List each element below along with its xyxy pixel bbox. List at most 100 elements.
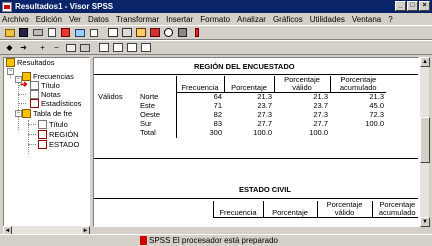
goto-case-icon[interactable] (120, 27, 133, 39)
status-bar: SPSS El procesador está preparado (0, 234, 432, 246)
export-icon[interactable] (59, 27, 72, 39)
toolbar-separator (101, 27, 105, 39)
menu-ver[interactable]: Ver (69, 15, 81, 24)
promote-icon[interactable]: ◆ (3, 42, 16, 54)
chart-icon[interactable] (148, 27, 161, 39)
close-button[interactable]: × (419, 1, 430, 11)
tree-label-estadisticos: Estadísticos (41, 99, 82, 108)
group-label: Válidos (98, 92, 123, 101)
menu-formato[interactable]: Formato (200, 15, 230, 24)
tree-label-estado: ESTADO (49, 140, 80, 149)
collapse-icon[interactable]: − (50, 42, 63, 54)
menu-graficos[interactable]: Gráficos (273, 15, 303, 24)
menu-edicion[interactable]: Edición (36, 15, 62, 24)
menu-utilidades[interactable]: Utilidades (310, 15, 345, 24)
tree-item-notas[interactable]: Notas (30, 90, 61, 99)
book-icon-2 (22, 109, 31, 118)
cell-cum: 100.0 (365, 119, 384, 128)
tree-item-region[interactable]: REGIÓN (38, 130, 79, 139)
table-row: Total 300 100.0 100.0 (96, 128, 386, 138)
cell-freq: 300 (175, 128, 224, 138)
hide-icon[interactable] (78, 42, 91, 54)
menu-analizar[interactable]: Analizar (237, 15, 266, 24)
output-book-icon (6, 58, 15, 67)
tree-item-titulo[interactable]: Título (30, 81, 60, 90)
tree-item-titulo-2[interactable]: Título (38, 120, 68, 129)
outline-toolbar: ◆ ➜ + − (0, 40, 432, 55)
table2-header-porcentaje: Porcentaje (262, 201, 317, 218)
toolbar-separator-2 (31, 42, 35, 54)
output-content-pane: REGIÓN DEL ENCUESTADO Frecuencia Porcent… (93, 57, 419, 227)
maximize-button[interactable]: □ (407, 1, 418, 11)
table-icon-3 (38, 140, 47, 149)
tree-item-resultados[interactable]: Resultados (6, 58, 55, 67)
notes-icon (30, 90, 39, 99)
insert-chart-icon[interactable] (139, 42, 152, 54)
recall-dialog-icon[interactable] (73, 27, 86, 39)
table2-header-porcentaje-acumulado: Porcentaje acumulado (371, 201, 418, 218)
tree-item-tabla[interactable]: Tabla de fre (22, 109, 72, 118)
demote-icon[interactable]: ➜ (17, 42, 30, 54)
row-label: Total (140, 128, 156, 137)
title-bar: Resultados1 - Visor SPSS _ □ × (0, 0, 432, 13)
estado-civil-table[interactable]: Frecuencia Porcentaje Porcentaje válido … (96, 201, 418, 218)
save-icon[interactable] (17, 27, 30, 39)
collapse-root-toggle[interactable]: − (7, 68, 14, 75)
table1-header-porcentaje-valido: Porcentaje válido (273, 76, 330, 93)
scroll-up-button[interactable]: ▲ (420, 57, 430, 67)
menu-bar: Archivo Edición Ver Datos Transformar In… (0, 13, 432, 25)
menu-insertar[interactable]: Insertar (166, 15, 193, 24)
open-icon[interactable] (3, 27, 16, 39)
variables-icon[interactable] (134, 27, 147, 39)
status-text: SPSS El procesador está preparado (149, 236, 278, 245)
goto-data-icon[interactable] (106, 27, 119, 39)
window-title: Resultados1 - Visor SPSS (15, 2, 114, 11)
menu-transformar[interactable]: Transformar (116, 15, 159, 24)
tree-label-resultados: Resultados (17, 58, 55, 67)
selection-arrow-icon: ➜ (20, 79, 28, 89)
cell-cum (330, 129, 386, 138)
tree-item-estado[interactable]: ESTADO (38, 140, 79, 149)
cell-pct: 100.0 (253, 128, 272, 137)
menu-datos[interactable]: Datos (88, 15, 109, 24)
scroll-thumb[interactable] (420, 117, 430, 163)
select-cases-icon[interactable] (176, 27, 189, 39)
print-preview-icon[interactable] (45, 27, 58, 39)
tree-item-estadisticos[interactable]: Estadísticos (30, 99, 81, 108)
cell-valid: 100.0 (309, 128, 328, 137)
table2-title: ESTADO CIVIL (239, 185, 291, 194)
help-icon[interactable] (190, 27, 203, 39)
vertical-scrollbar[interactable]: ▲ ▼ (419, 57, 430, 227)
menu-help[interactable]: ? (388, 15, 392, 24)
outline-pane: − − − Resultados Frecuencias ➜ Título No… (3, 57, 90, 227)
tree-label-notas: Notas (41, 90, 61, 99)
insert-text-icon[interactable] (125, 42, 138, 54)
title-icon (30, 81, 39, 90)
tree-label-titulo: Título (41, 81, 60, 90)
toolbar-separator-3 (92, 42, 96, 54)
menu-archivo[interactable]: Archivo (2, 15, 29, 24)
designate-window-icon[interactable] (162, 27, 175, 39)
app-icon (2, 1, 12, 12)
insert-heading-icon[interactable] (97, 42, 110, 54)
menu-ventana[interactable]: Ventana (352, 15, 381, 24)
table1-header-porcentaje: Porcentaje (223, 76, 274, 93)
tree-label-tabla: Tabla de fre (33, 109, 73, 118)
tree-item-frecuencias[interactable]: Frecuencias (22, 72, 74, 81)
show-icon[interactable] (64, 42, 77, 54)
table1-title: REGIÓN DEL ENCUESTADO (194, 62, 295, 71)
print-icon[interactable] (31, 27, 44, 39)
table1-header-frecuencia: Frecuencia (175, 76, 224, 93)
main-toolbar (0, 25, 432, 40)
tree-label-frecuencias: Frecuencias (33, 72, 74, 81)
table2-header-porcentaje-valido: Porcentaje válido (316, 201, 372, 218)
insert-title-icon[interactable] (111, 42, 124, 54)
tree-label-titulo-2: Título (49, 120, 68, 129)
scroll-down-button[interactable]: ▼ (420, 217, 430, 227)
table-icon-2 (38, 130, 47, 139)
collapse-tabla-toggle[interactable]: − (15, 110, 22, 117)
expand-icon[interactable]: + (36, 42, 49, 54)
region-frequency-table[interactable]: Frecuencia Porcentaje Porcentaje válido … (96, 76, 386, 138)
undo-icon[interactable] (87, 27, 100, 39)
minimize-button[interactable]: _ (395, 1, 406, 11)
